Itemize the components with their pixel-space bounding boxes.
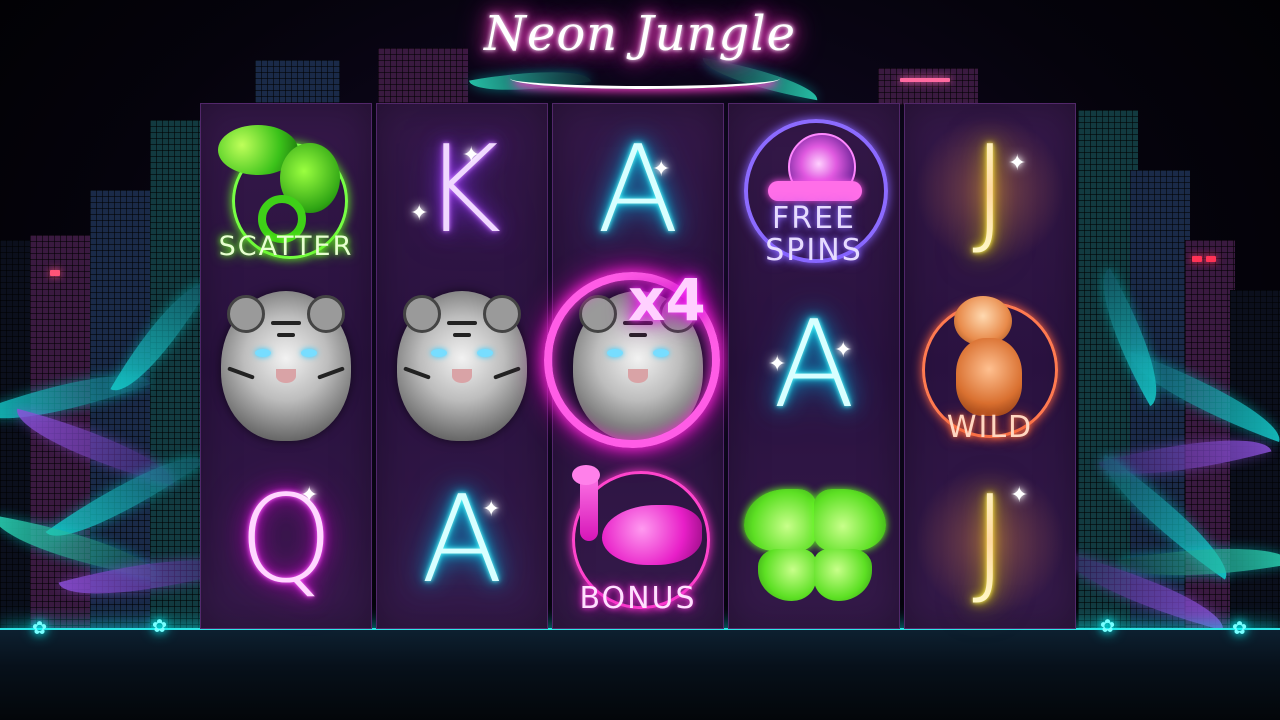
city-light (50, 270, 60, 276)
butterfly-wing-tl (744, 489, 816, 551)
sparkle-icon: ✦ (462, 143, 481, 168)
reel-4: FREE SPINS A ✦ ✦ (728, 103, 900, 629)
city-building (1230, 290, 1280, 640)
symbol-letter-j: J ✦ (904, 453, 1076, 628)
sparkle-icon: ✦ (1008, 151, 1027, 176)
flamingo-icon (602, 505, 702, 565)
city-building (255, 60, 340, 105)
snail-body (768, 181, 862, 201)
spins-label: SPINS (765, 233, 863, 268)
letter-q-glyph: Q (238, 470, 334, 610)
reel-1: SCATTER Q ✦ (200, 103, 372, 629)
butterfly-wing-bl (758, 549, 816, 601)
sparkle-icon: ✦ (768, 352, 787, 377)
symbol-monkey-wild: WILD (904, 278, 1076, 453)
symbol-snail-free-spins: FREE SPINS (728, 103, 900, 278)
symbol-butterfly (728, 453, 900, 628)
symbol-letter-a: A ✦ (376, 453, 548, 628)
city-light (1206, 256, 1216, 262)
lotus-icon: ✿ (32, 618, 48, 639)
reel-2: K ✦ ✦ A ✦ (376, 103, 548, 629)
butterfly-wing-tr (814, 489, 886, 551)
sparkle-icon: ✦ (300, 483, 319, 508)
reflective-floor (0, 628, 1280, 720)
game-scene: ✿ ✿ ✿ ✿ Neon Jungle SCATTER Q ✦ K ✦ ✦ A … (0, 0, 1280, 720)
reel-3: A ✦ x4 BONUS (544, 103, 724, 629)
symbol-letter-a: A ✦ ✦ (728, 278, 900, 453)
symbol-white-tiger (376, 278, 548, 453)
game-title: Neon Jungle (483, 6, 797, 62)
sparkle-icon: ✦ (482, 497, 501, 522)
symbol-letter-a: A ✦ (552, 103, 724, 278)
multiplier-badge: x4 (628, 266, 706, 334)
city-light (900, 78, 950, 82)
lotus-icon: ✿ (1232, 618, 1248, 639)
symbol-chameleon-scatter: SCATTER (200, 103, 372, 278)
city-light (1192, 256, 1202, 262)
letter-a-glyph: A (596, 120, 680, 260)
symbol-letter-q: Q ✦ (200, 453, 372, 628)
glow-backdrop (915, 115, 1065, 266)
tiger-icon (221, 290, 351, 441)
flamingo-head (572, 465, 600, 485)
sparkle-icon: ✦ (652, 157, 671, 182)
sparkle-icon: ✦ (1010, 483, 1029, 508)
wild-label: WILD (946, 410, 1034, 445)
reel-grid[interactable]: SCATTER Q ✦ K ✦ ✦ A ✦ A ✦ x4 BONUS FREE … (200, 103, 1078, 629)
symbol-letter-k: K ✦ ✦ (376, 103, 548, 278)
symbol-flamingo-bonus: BONUS (552, 453, 724, 628)
lotus-icon: ✿ (152, 616, 168, 637)
sparkle-icon: ✦ (410, 201, 429, 226)
glow-backdrop (915, 465, 1065, 616)
symbol-white-tiger (200, 278, 372, 453)
bonus-label: BONUS (579, 581, 697, 616)
symbol-white-tiger-multiplier: x4 (544, 266, 724, 453)
logo-underline (510, 68, 780, 89)
symbol-letter-j: J ✦ (904, 103, 1076, 278)
tiger-icon (397, 290, 527, 441)
lotus-icon: ✿ (1100, 616, 1116, 637)
reel-5: J ✦ WILD J ✦ (904, 103, 1076, 629)
game-logo: Neon Jungle (440, 6, 840, 106)
free-label: FREE (771, 201, 856, 236)
monkey-body (956, 338, 1022, 416)
city-building (878, 68, 978, 105)
scatter-label: SCATTER (218, 231, 354, 262)
sparkle-icon: ✦ (834, 338, 853, 363)
butterfly-wing-br (814, 549, 872, 601)
